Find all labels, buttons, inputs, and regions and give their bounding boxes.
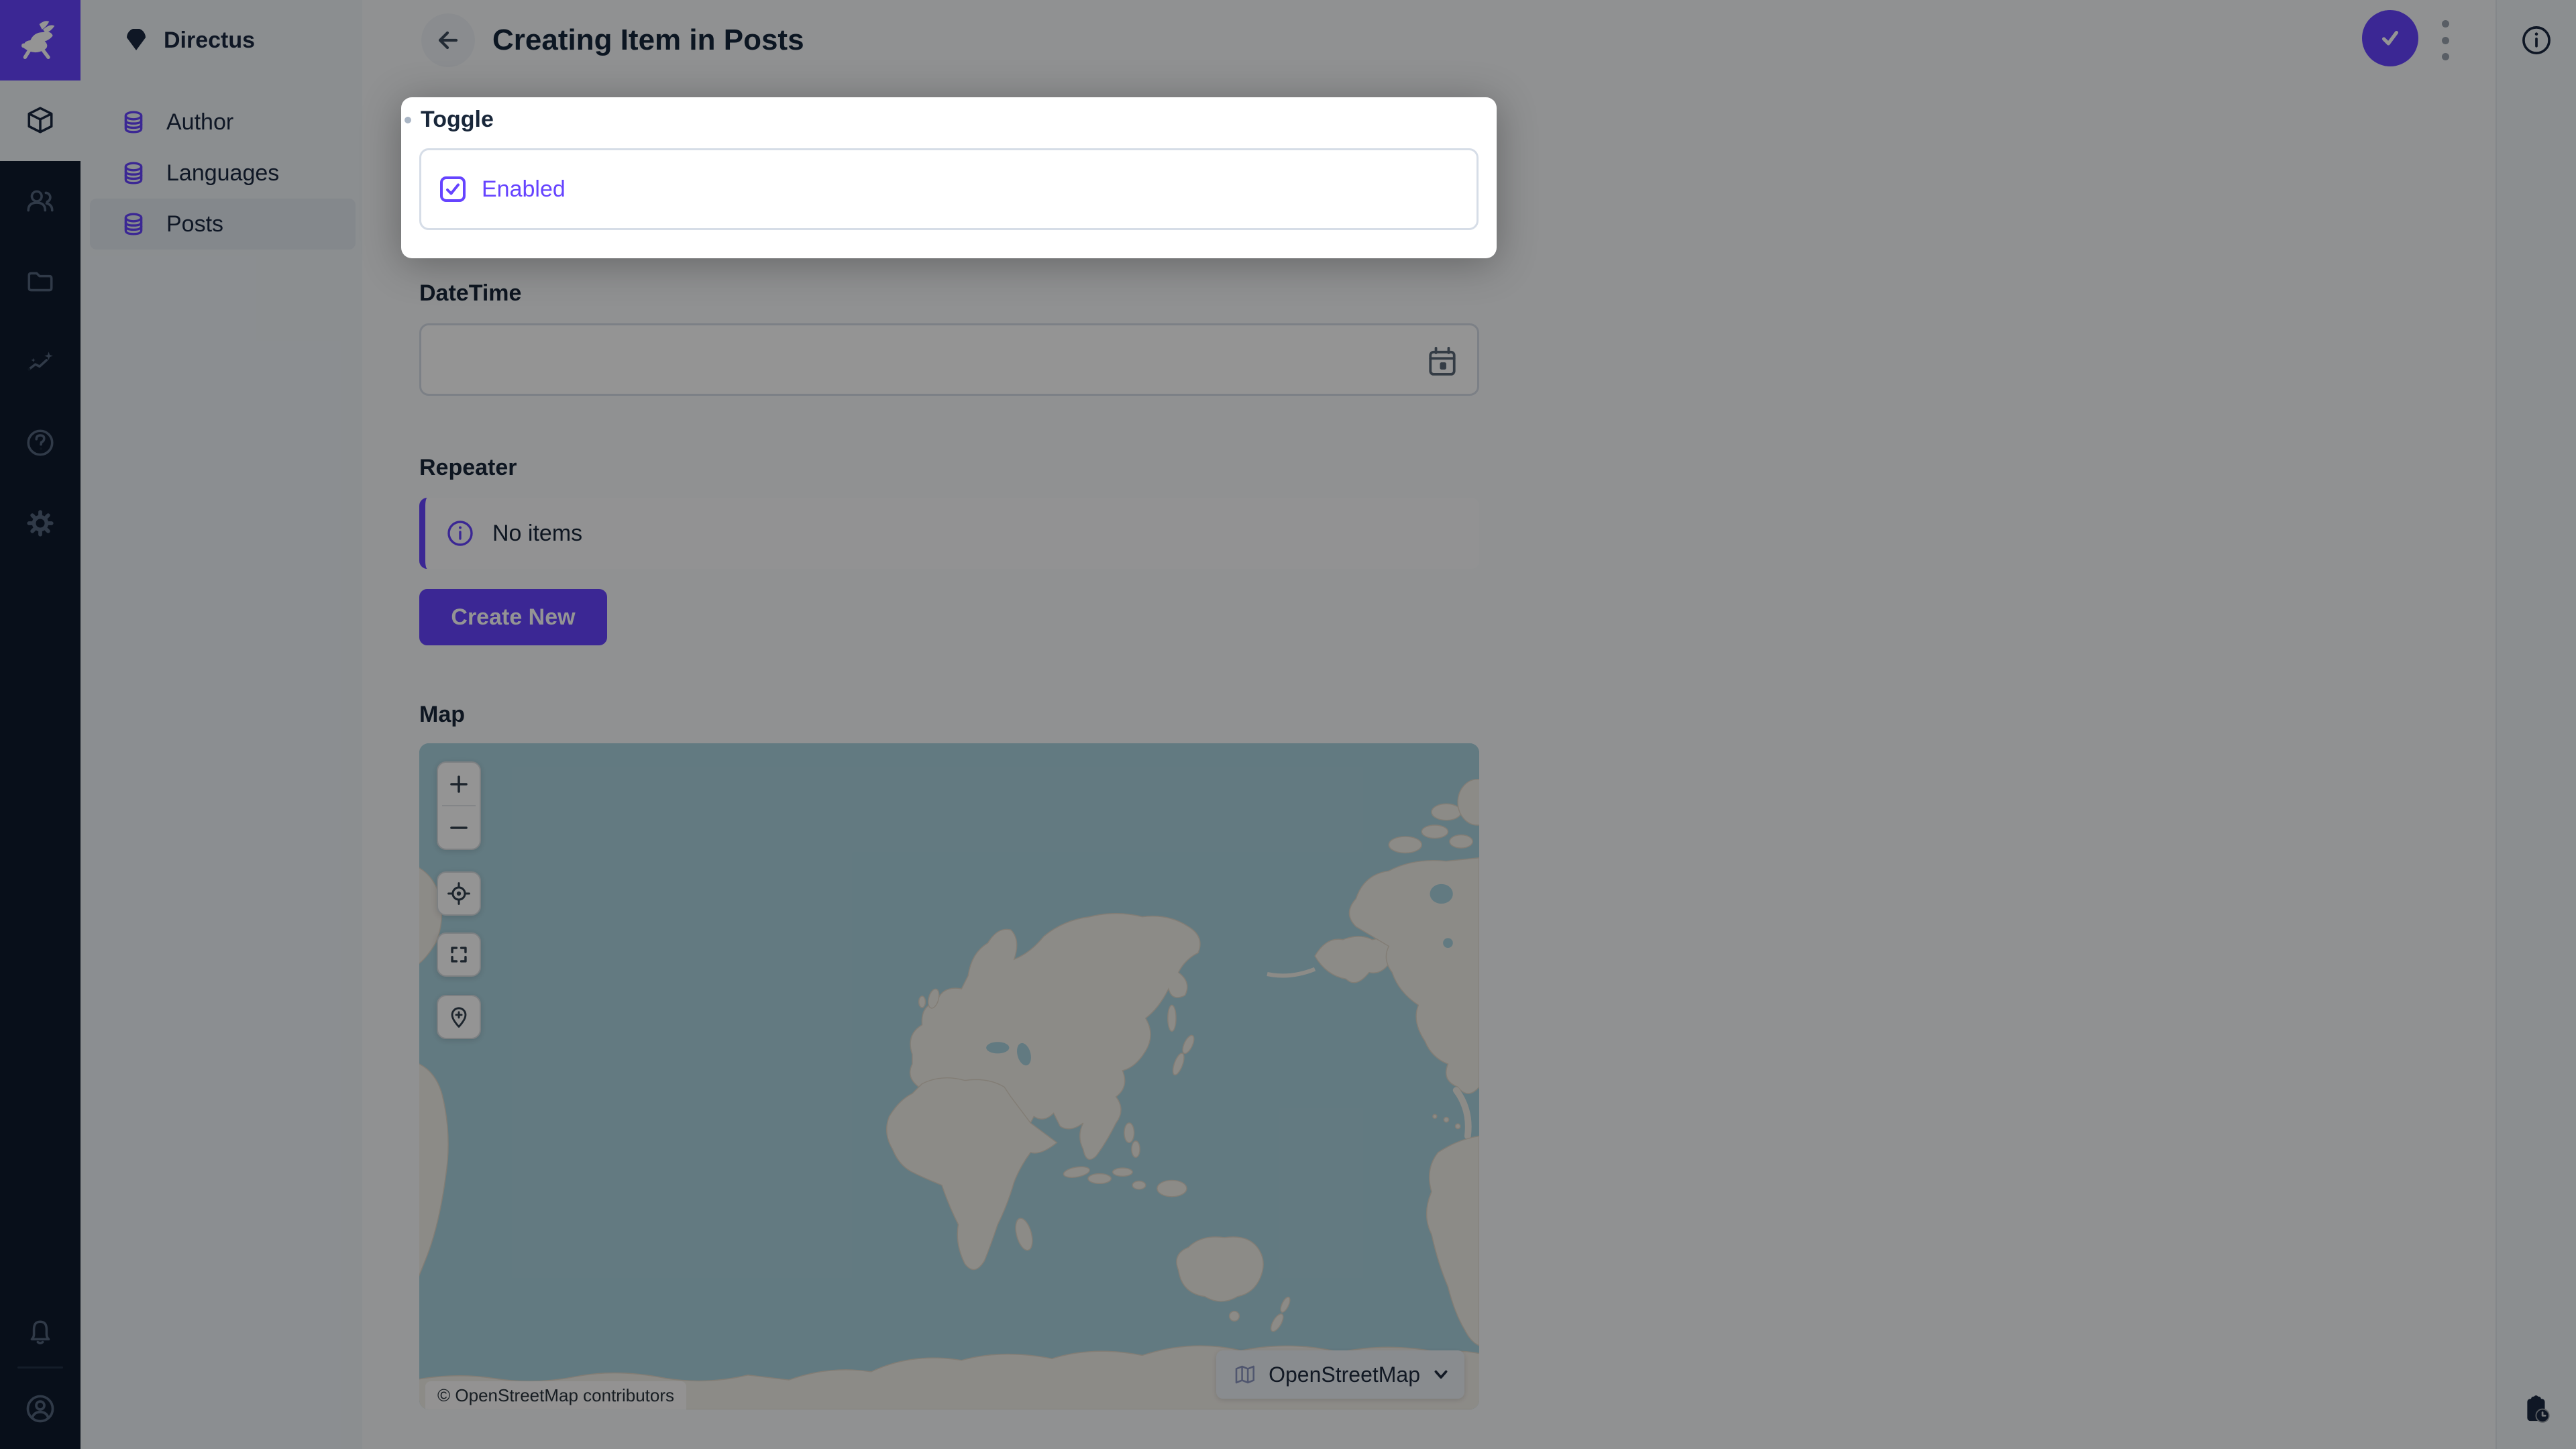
- check-icon: [444, 180, 462, 198]
- enabled-checkbox[interactable]: [440, 176, 466, 202]
- toggle-input[interactable]: Enabled: [419, 148, 1479, 230]
- enabled-checkbox-label[interactable]: Enabled: [482, 176, 566, 203]
- toggle-field-spotlight: Toggle Enabled: [401, 97, 1497, 258]
- toggle-field-label: Toggle: [421, 105, 494, 133]
